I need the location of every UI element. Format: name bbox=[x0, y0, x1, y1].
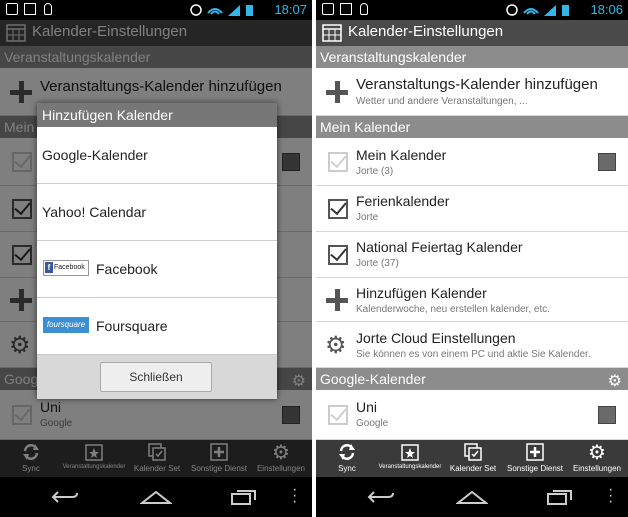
nav-settings[interactable]: ⚙ Einstellungen bbox=[566, 440, 628, 477]
color-swatch[interactable] bbox=[598, 406, 616, 424]
plus-box-icon bbox=[526, 443, 544, 461]
bottom-nav: Sync Veranstaltungskalender Kalender Set… bbox=[316, 440, 628, 477]
plus-icon bbox=[326, 81, 348, 103]
add-event-calendar-label: Veranstaltungs-Kalender hinzufügen bbox=[356, 76, 598, 93]
cloud-settings-label: Jorte Cloud Einstellungen bbox=[356, 330, 516, 346]
calendar-source: Jorte (37) bbox=[356, 258, 399, 269]
checkbox[interactable] bbox=[328, 197, 348, 219]
status-bar: 18:06 bbox=[316, 0, 628, 20]
dialog-item-label: Yahoo! Calendar bbox=[42, 204, 147, 220]
calendar-name: Uni bbox=[356, 399, 378, 415]
nav-label: Veranstaltungskalender bbox=[378, 464, 442, 470]
status-time: 18:07 bbox=[274, 2, 307, 17]
add-calendar-row[interactable]: Hinzufügen Kalender Kalenderwoche, neu e… bbox=[316, 278, 628, 322]
add-event-calendar-description: Wetter und andere Veranstaltungen, ... bbox=[356, 96, 528, 107]
calendar-set-icon bbox=[464, 443, 482, 461]
sync-icon bbox=[339, 444, 355, 460]
calendar-source: Jorte bbox=[356, 212, 379, 223]
calendar-icon bbox=[322, 24, 342, 42]
nav-label: Einstellungen bbox=[572, 464, 622, 473]
add-calendar-label: Hinzufügen Kalender bbox=[356, 285, 487, 301]
calendar-row-uni[interactable]: Uni Google bbox=[316, 390, 628, 440]
status-icons bbox=[190, 3, 260, 17]
facebook-logo-text: Facebook bbox=[54, 264, 85, 271]
messenger-icon bbox=[322, 3, 334, 15]
messenger-icon bbox=[6, 3, 18, 15]
add-calendar-dialog: Hinzufügen Kalender Google-Kalender Yaho… bbox=[37, 103, 277, 399]
star-calendar-icon bbox=[401, 444, 419, 461]
section-header-google-label: Google-Kalender bbox=[320, 371, 426, 387]
nav-label: Kalender Set bbox=[449, 464, 497, 473]
nav-other-services[interactable]: Sonstige Dienst bbox=[504, 440, 566, 477]
image-icon bbox=[24, 3, 36, 15]
dialog-item-facebook[interactable]: f Facebook Facebook bbox=[37, 241, 277, 298]
section-header-events: Veranstaltungskalender bbox=[316, 46, 628, 68]
checkbox[interactable] bbox=[328, 150, 348, 172]
color-swatch[interactable] bbox=[598, 153, 616, 171]
recent-apps-icon[interactable] bbox=[230, 489, 258, 505]
close-button[interactable]: Schließen bbox=[100, 362, 212, 392]
section-header-google: Google-Kalender ⚙ bbox=[316, 368, 628, 390]
nav-label: Sync bbox=[338, 464, 356, 473]
system-nav-bar: · · · bbox=[0, 477, 312, 517]
lightbulb-icon bbox=[44, 3, 52, 15]
add-calendar-description: Kalenderwoche, neu erstellen kalender, e… bbox=[356, 304, 551, 315]
image-icon bbox=[340, 3, 352, 15]
dialog-item-yahoo[interactable]: Yahoo! Calendar bbox=[37, 184, 277, 241]
dialog-item-label: Facebook bbox=[96, 261, 158, 277]
facebook-logo: f Facebook bbox=[43, 260, 89, 276]
checkbox[interactable] bbox=[328, 403, 348, 425]
phone-left: 18:07 Kalender-Einstellungen Veranstaltu… bbox=[0, 0, 312, 517]
title-bar: Kalender-Einstellungen bbox=[316, 20, 628, 46]
phone-right: 18:06 Kalender-Einstellungen Veranstaltu… bbox=[316, 0, 628, 517]
foursquare-logo: foursquare bbox=[43, 317, 89, 333]
calendar-source: Jorte (3) bbox=[356, 166, 394, 177]
nav-calendar-set[interactable]: Kalender Set bbox=[442, 440, 504, 477]
plus-icon bbox=[326, 289, 348, 311]
dialog-title: Hinzufügen Kalender bbox=[37, 103, 277, 127]
dialog-item-label: Foursquare bbox=[96, 318, 168, 334]
back-icon[interactable] bbox=[366, 489, 396, 505]
calendar-source: Google bbox=[356, 418, 389, 429]
calendar-name: Ferienkalender bbox=[356, 193, 450, 209]
nav-label: Sonstige Dienst bbox=[506, 464, 564, 473]
cloud-settings-description: Sie können es von einem PC und aktie Sie… bbox=[356, 349, 591, 360]
dialog-item-google[interactable]: Google-Kalender bbox=[37, 127, 277, 184]
recent-apps-icon[interactable] bbox=[546, 489, 574, 505]
nav-sync[interactable]: Sync bbox=[316, 440, 378, 477]
lightbulb-icon bbox=[360, 3, 368, 15]
add-event-calendar-row[interactable]: Veranstaltungs-Kalender hinzufügen Wette… bbox=[316, 68, 628, 116]
home-icon[interactable] bbox=[140, 489, 172, 505]
calendar-name: National Feiertag Kalender bbox=[356, 239, 523, 255]
cloud-settings-row[interactable]: ⚙ Jorte Cloud Einstellungen Sie können e… bbox=[316, 322, 628, 368]
calendar-row-mein-kalender[interactable]: Mein Kalender Jorte (3) bbox=[316, 138, 628, 186]
home-icon[interactable] bbox=[456, 489, 488, 505]
status-bar: 18:07 bbox=[0, 0, 312, 20]
dialog-item-label: Google-Kalender bbox=[42, 147, 148, 163]
gear-icon: ⚙ bbox=[588, 442, 606, 464]
dialog-item-foursquare[interactable]: foursquare Foursquare bbox=[37, 298, 277, 355]
page-title: Kalender-Einstellungen bbox=[348, 23, 504, 40]
gear-icon: ⚙ bbox=[325, 332, 347, 359]
section-header-mine: Mein Kalender bbox=[316, 116, 628, 138]
back-icon[interactable] bbox=[50, 489, 80, 505]
calendar-row-national-feiertag[interactable]: National Feiertag Kalender Jorte (37) bbox=[316, 232, 628, 278]
overflow-menu-icon[interactable]: · · · bbox=[608, 482, 613, 510]
checkbox[interactable] bbox=[328, 243, 348, 265]
overflow-menu-icon[interactable]: · · · bbox=[292, 482, 297, 510]
system-nav-bar: · · · bbox=[316, 477, 628, 517]
nav-event-calendar[interactable]: Veranstaltungskalender bbox=[378, 440, 442, 477]
calendar-name: Mein Kalender bbox=[356, 147, 447, 163]
status-icons bbox=[506, 3, 576, 17]
calendar-row-ferienkalender[interactable]: Ferienkalender Jorte bbox=[316, 186, 628, 232]
status-time: 18:06 bbox=[590, 2, 623, 17]
dialog-footer: Schließen bbox=[37, 355, 277, 399]
